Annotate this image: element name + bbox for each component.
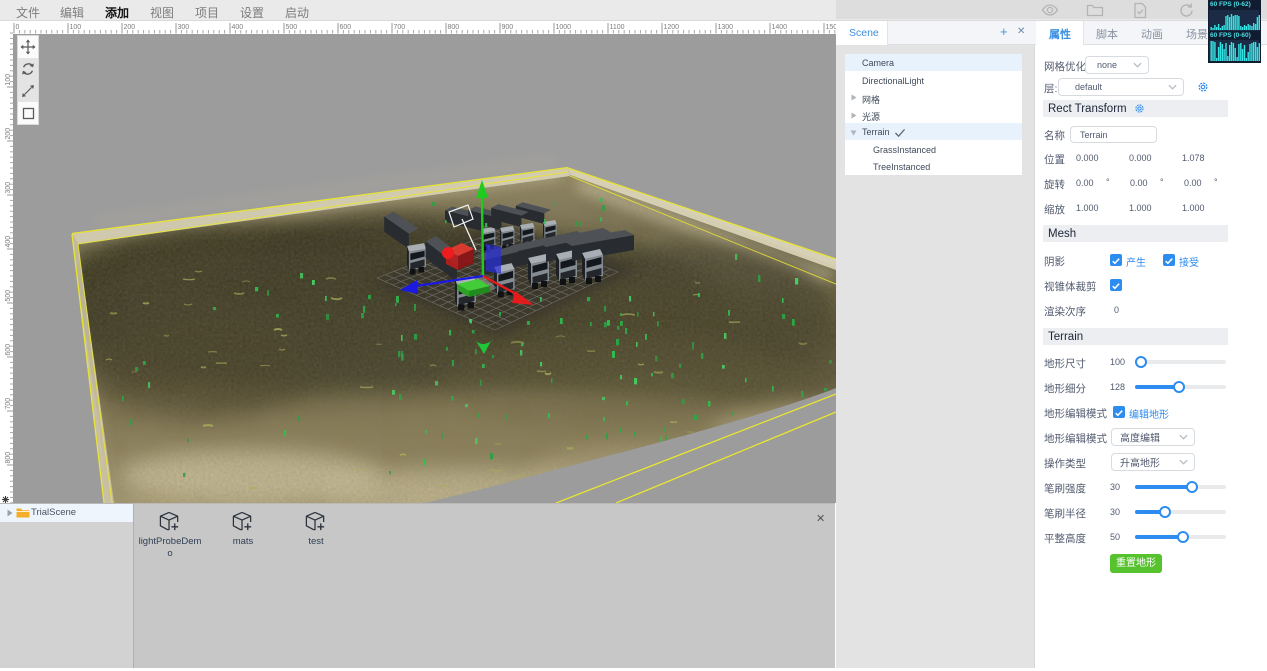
svg-text:600: 600 — [5, 344, 12, 356]
svg-text:400: 400 — [5, 236, 12, 248]
svg-text:300: 300 — [5, 182, 12, 194]
svg-text:100: 100 — [5, 74, 12, 86]
svg-text:800: 800 — [5, 452, 12, 464]
svg-text:200: 200 — [5, 128, 12, 140]
svg-text:500: 500 — [5, 290, 12, 302]
svg-text:700: 700 — [5, 398, 12, 410]
